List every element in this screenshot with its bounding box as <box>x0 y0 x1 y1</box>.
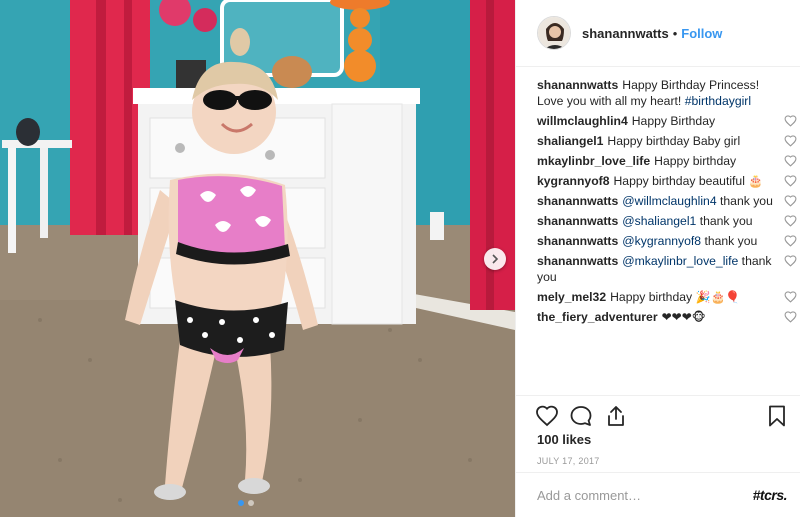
comment-item: shanannwatts @willmclaughlin4 thank you <box>537 193 797 209</box>
comment-like-heart-icon[interactable] <box>784 215 797 227</box>
caption-username[interactable]: shanannwatts <box>537 78 618 92</box>
comment-item: willmclaughlin4 Happy Birthday <box>537 113 797 129</box>
post-date[interactable]: JULY 17, 2017 <box>537 456 600 466</box>
comment-like-heart-icon[interactable] <box>784 155 797 167</box>
comment-username[interactable]: shanannwatts <box>537 254 618 268</box>
avatar-image <box>538 17 570 49</box>
action-bar <box>516 395 800 435</box>
follow-button[interactable]: Follow <box>681 26 722 41</box>
comment-item: shaliangel1 Happy birthday Baby girl <box>537 133 797 149</box>
header-username[interactable]: shanannwatts <box>582 26 669 41</box>
avatar[interactable] <box>537 16 571 50</box>
comment-item: kygrannyof8 Happy birthday beautiful 🎂 <box>537 173 797 189</box>
comment-mention[interactable]: @mkaylinbr_love_life <box>622 254 738 268</box>
comment-like-heart-icon[interactable] <box>784 235 797 247</box>
comment-username[interactable]: shanannwatts <box>537 194 618 208</box>
comment-list: shanannwatts Happy Birthday Princess! Lov… <box>537 77 797 329</box>
comment-item: shanannwatts @mkaylinbr_love_life thank y… <box>537 253 797 285</box>
comment-mention[interactable]: @kygrannyof8 <box>622 234 701 248</box>
post-photo[interactable] <box>0 0 515 517</box>
comment-item: shanannwatts @kygrannyof8 thank you <box>537 233 797 249</box>
caption-hashtag[interactable]: #birthdaygirl <box>685 94 751 108</box>
comment-item: mkaylinbr_love_life Happy birthday <box>537 153 797 169</box>
post-image <box>0 0 515 517</box>
comment-text: thank you <box>701 234 758 248</box>
comment-like-heart-icon[interactable] <box>784 195 797 207</box>
chevron-right-icon <box>492 254 499 264</box>
comment-like-heart-icon[interactable] <box>784 115 797 127</box>
comment-username[interactable]: the_fiery_adventurer <box>537 310 658 324</box>
comment-text: Happy birthday <box>610 290 696 304</box>
comment-text: Happy birthday Baby girl <box>607 134 741 148</box>
watermark-logo: #tcrs. <box>752 487 788 503</box>
comment-emoji: 🎂 <box>748 174 764 188</box>
separator-dot: • <box>672 25 678 41</box>
comment-like-heart-icon[interactable] <box>784 311 797 323</box>
share-icon[interactable] <box>604 404 628 428</box>
comment-username[interactable]: mely_mel32 <box>537 290 606 304</box>
comment-text: Happy birthday <box>654 154 737 168</box>
comment-input[interactable] <box>537 485 737 505</box>
comment-like-heart-icon[interactable] <box>784 175 797 187</box>
caption: shanannwatts Happy Birthday Princess! Lov… <box>537 77 797 109</box>
comment-item: shanannwatts @shaliangel1 thank you <box>537 213 797 229</box>
post-header: shanannwatts • Follow <box>516 0 800 67</box>
comment-username[interactable]: willmclaughlin4 <box>537 114 628 128</box>
comment-text: Happy Birthday <box>631 114 716 128</box>
next-photo-button[interactable] <box>484 248 506 270</box>
comment-username[interactable]: shanannwatts <box>537 214 618 228</box>
comment-username[interactable]: mkaylinbr_love_life <box>537 154 650 168</box>
comment-username[interactable]: shaliangel1 <box>537 134 603 148</box>
add-comment-bar: #tcrs. <box>516 472 800 517</box>
comment-text: Happy birthday beautiful <box>613 174 749 188</box>
comment-like-heart-icon[interactable] <box>784 291 797 303</box>
speech-bubble-icon[interactable] <box>569 404 593 428</box>
comment-like-heart-icon[interactable] <box>784 135 797 147</box>
carousel-indicator <box>238 500 254 506</box>
comment-emoji: ❤❤❤🐵 <box>661 310 706 324</box>
carousel-dot <box>238 500 244 506</box>
comment-text: thank you <box>696 214 753 228</box>
comment-item: mely_mel32 Happy birthday 🎉🎂🎈 <box>537 289 797 305</box>
comment-username[interactable]: shanannwatts <box>537 234 618 248</box>
comment-emoji: 🎉🎂🎈 <box>695 290 741 304</box>
post-side-panel: shanannwatts • Follow shanannwatts Happy … <box>515 0 800 517</box>
comment-mention[interactable]: @willmclaughlin4 <box>622 194 716 208</box>
comment-username[interactable]: kygrannyof8 <box>537 174 609 188</box>
comment-like-heart-icon[interactable] <box>784 255 797 267</box>
like-count[interactable]: 100 likes <box>537 432 591 447</box>
heart-outline-icon[interactable] <box>535 404 559 428</box>
comment-mention[interactable]: @shaliangel1 <box>622 214 696 228</box>
comment-text: thank you <box>716 194 773 208</box>
comment-item: the_fiery_adventurer ❤❤❤🐵 <box>537 309 797 325</box>
carousel-dot <box>248 500 254 506</box>
bookmark-icon[interactable] <box>765 404 789 428</box>
